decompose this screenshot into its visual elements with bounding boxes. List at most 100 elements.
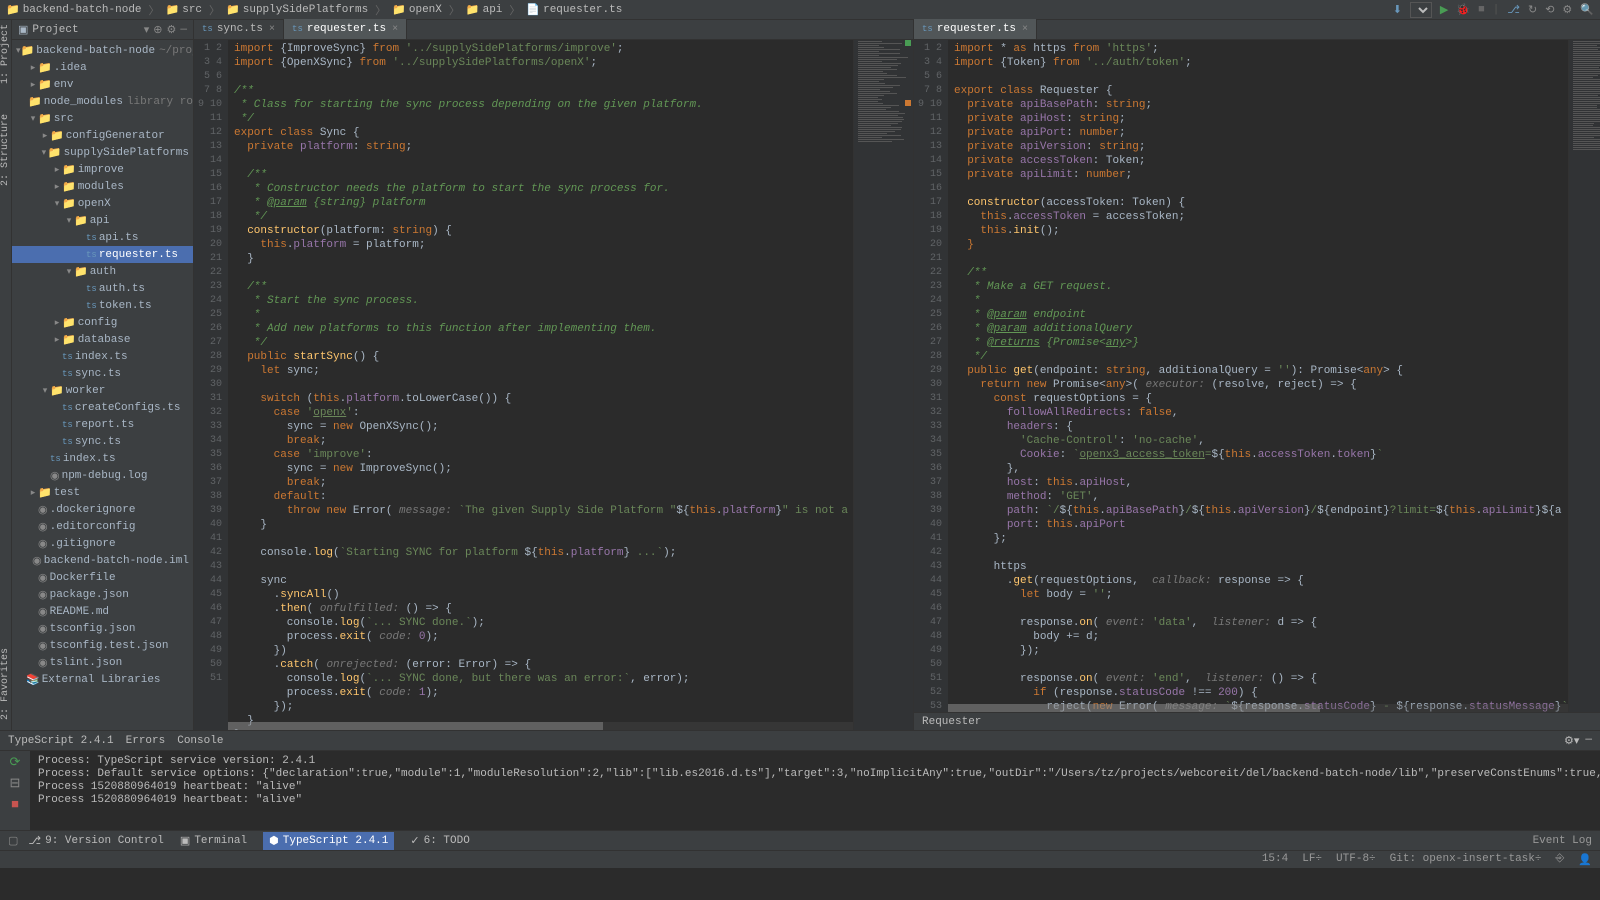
breadcrumb-item[interactable]: 〉📁 src <box>146 2 203 18</box>
tree-node[interactable]: ◉backend-batch-node.iml <box>12 552 193 569</box>
compile-icon[interactable]: ⟳ <box>10 755 21 770</box>
tree-node[interactable]: ◉.editorconfig <box>12 518 193 535</box>
filter-icon[interactable]: ⊟ <box>10 776 21 791</box>
tree-node[interactable]: ▸📁improve <box>12 161 193 178</box>
close-icon[interactable]: × <box>392 24 398 35</box>
tree-node[interactable]: ▾📁api <box>12 212 193 229</box>
tree-node[interactable]: tsapi.ts <box>12 229 193 246</box>
close-icon[interactable]: × <box>269 24 275 35</box>
tree-node[interactable]: tssync.ts <box>12 433 193 450</box>
settings-icon[interactable]: ⚙ <box>167 23 177 37</box>
panel-tab[interactable]: Console <box>177 735 223 747</box>
tree-node[interactable]: ▾📁src <box>12 110 193 127</box>
tree-node[interactable]: ◉tsconfig.test.json <box>12 637 193 654</box>
git-branch[interactable]: Git: openx-insert-task÷ <box>1390 853 1542 867</box>
breadcrumb-item[interactable]: 📁 backend-batch-node <box>6 3 142 17</box>
editor-group-right: tsrequester.ts× 1 2 3 4 5 6 7 8 9 10 11 … <box>914 20 1600 730</box>
tree-node[interactable]: tssync.ts <box>12 365 193 382</box>
back-icon[interactable]: ⟲ <box>1545 3 1554 17</box>
tool-window-quick[interactable]: ▢ <box>8 834 18 848</box>
tree-node[interactable]: ▸📁.idea <box>12 59 193 76</box>
tree-node[interactable]: ◉tslint.json <box>12 654 193 671</box>
event-log[interactable]: Event Log <box>1533 835 1592 847</box>
stop-icon[interactable]: ■ <box>11 797 19 812</box>
tool-window-button[interactable]: ✓6: TODO <box>410 832 469 850</box>
line-ending[interactable]: LF÷ <box>1302 853 1322 867</box>
tree-node[interactable]: ▾📁backend-batch-node~/projec <box>12 42 193 59</box>
tree-node[interactable]: ◉tsconfig.json <box>12 620 193 637</box>
vcs-update-icon[interactable]: ⬇ <box>1393 3 1402 17</box>
tool-window-button[interactable]: ⎇9: Version Control <box>28 832 164 850</box>
search-icon[interactable]: 🔍 <box>1580 3 1594 17</box>
breadcrumb-item[interactable]: 〉📄 requester.ts <box>506 2 622 18</box>
stop-icon[interactable]: ■ <box>1478 4 1485 16</box>
tree-node[interactable]: ◉Dockerfile <box>12 569 193 586</box>
close-icon[interactable]: × <box>1022 24 1028 35</box>
status-bar-2: 15:4 LF÷ UTF-8÷ Git: openx-insert-task÷ … <box>0 850 1600 868</box>
tool-structure[interactable]: 2: Structure <box>0 114 11 186</box>
tree-node[interactable]: tscreateConfigs.ts <box>12 399 193 416</box>
editor-tabs-right[interactable]: tsrequester.ts× <box>914 20 1600 40</box>
tree-node[interactable]: ▸📁env <box>12 76 193 93</box>
code-left[interactable]: import {ImproveSync} from '../supplySide… <box>228 40 853 730</box>
tree-node[interactable]: ◉package.json <box>12 586 193 603</box>
run-config-select[interactable] <box>1410 2 1432 18</box>
minimap-right[interactable] <box>1568 40 1600 712</box>
tree-node[interactable]: ▾📁supplySidePlatforms <box>12 144 193 161</box>
panel-tab[interactable]: Errors <box>126 735 166 747</box>
panel-hide-icon[interactable]: — <box>1585 734 1592 748</box>
tool-window-button[interactable]: ⬢TypeScript 2.4.1 <box>263 832 394 850</box>
breadcrumb-item[interactable]: 〉📁 api <box>446 2 503 18</box>
tree-node[interactable]: tsrequester.ts <box>12 246 193 263</box>
collapse-icon[interactable]: ⊕ <box>153 23 162 37</box>
tree-node[interactable]: 📚External Libraries <box>12 671 193 688</box>
breadcrumb-item[interactable]: 〉📁 supplySidePlatforms <box>206 2 368 18</box>
tool-favorites[interactable]: 2: Favorites <box>0 648 11 720</box>
tree-node[interactable]: ▾📁worker <box>12 382 193 399</box>
tree-node[interactable]: ▸📁database <box>12 331 193 348</box>
hide-icon[interactable]: — <box>180 24 187 36</box>
breadcrumb-item[interactable]: 〉📁 openX <box>372 2 442 18</box>
tree-node[interactable]: tsauth.ts <box>12 280 193 297</box>
tree-node[interactable]: ▾📁openX <box>12 195 193 212</box>
tree-node[interactable]: tsindex.ts <box>12 450 193 467</box>
editor-tab[interactable]: tssync.ts× <box>194 19 284 39</box>
debug-icon[interactable]: 🐞 <box>1456 3 1470 17</box>
tree-node[interactable]: ▸📁configGenerator <box>12 127 193 144</box>
tree-node[interactable]: 📁node_moduleslibrary root <box>12 93 193 110</box>
editor-tabs-left[interactable]: tssync.ts×tsrequester.ts× <box>194 20 913 40</box>
run-icon[interactable]: ▶ <box>1440 3 1448 17</box>
tree-node[interactable]: ◉.dockerignore <box>12 501 193 518</box>
sync-icon[interactable]: ↻ <box>1528 3 1537 17</box>
tool-project[interactable]: 1: Project <box>0 24 11 84</box>
inspector-icon[interactable]: 👤 <box>1578 853 1592 867</box>
minimap-left[interactable] <box>853 40 913 730</box>
project-tree[interactable]: ▾📁backend-batch-node~/projec▸📁.idea▸📁env… <box>12 40 193 730</box>
editor-breadcrumb[interactable]: Requester <box>914 712 1600 730</box>
encoding[interactable]: UTF-8÷ <box>1336 853 1376 867</box>
hscroll-right[interactable] <box>948 704 1568 712</box>
tree-node[interactable]: ◉.gitignore <box>12 535 193 552</box>
tree-node[interactable]: tstoken.ts <box>12 297 193 314</box>
vcs-icon[interactable]: ⎇ <box>1507 3 1520 17</box>
panel-settings-icon[interactable]: ⚙▾ <box>1564 734 1579 748</box>
tree-node[interactable]: ◉npm-debug.log <box>12 467 193 484</box>
tree-node[interactable]: tsindex.ts <box>12 348 193 365</box>
lock-icon[interactable]: ⎆ <box>1555 853 1564 867</box>
hscroll-left[interactable] <box>228 722 853 730</box>
tree-node[interactable]: ▸📁test <box>12 484 193 501</box>
console-output[interactable]: Process: TypeScript service version: 2.4… <box>30 751 1600 830</box>
gutter-left: 1 2 3 4 5 6 7 8 9 10 11 12 13 14 15 16 1… <box>194 40 228 730</box>
tree-node[interactable]: ◉README.md <box>12 603 193 620</box>
project-panel: ▣ Project ▾ ⊕ ⚙ — ▾📁backend-batch-node~/… <box>12 20 194 730</box>
code-right[interactable]: import * as https from 'https'; import {… <box>948 40 1568 712</box>
tree-node[interactable]: ▸📁config <box>12 314 193 331</box>
editor-tab[interactable]: tsrequester.ts× <box>284 19 407 39</box>
tool-window-button[interactable]: ▣Terminal <box>180 832 247 850</box>
tree-node[interactable]: tsreport.ts <box>12 416 193 433</box>
panel-tab[interactable]: TypeScript 2.4.1 <box>8 735 114 747</box>
editor-tab[interactable]: tsrequester.ts× <box>914 19 1037 39</box>
tree-node[interactable]: ▾📁auth <box>12 263 193 280</box>
settings-icon[interactable]: ⚙ <box>1562 3 1572 17</box>
tree-node[interactable]: ▸📁modules <box>12 178 193 195</box>
